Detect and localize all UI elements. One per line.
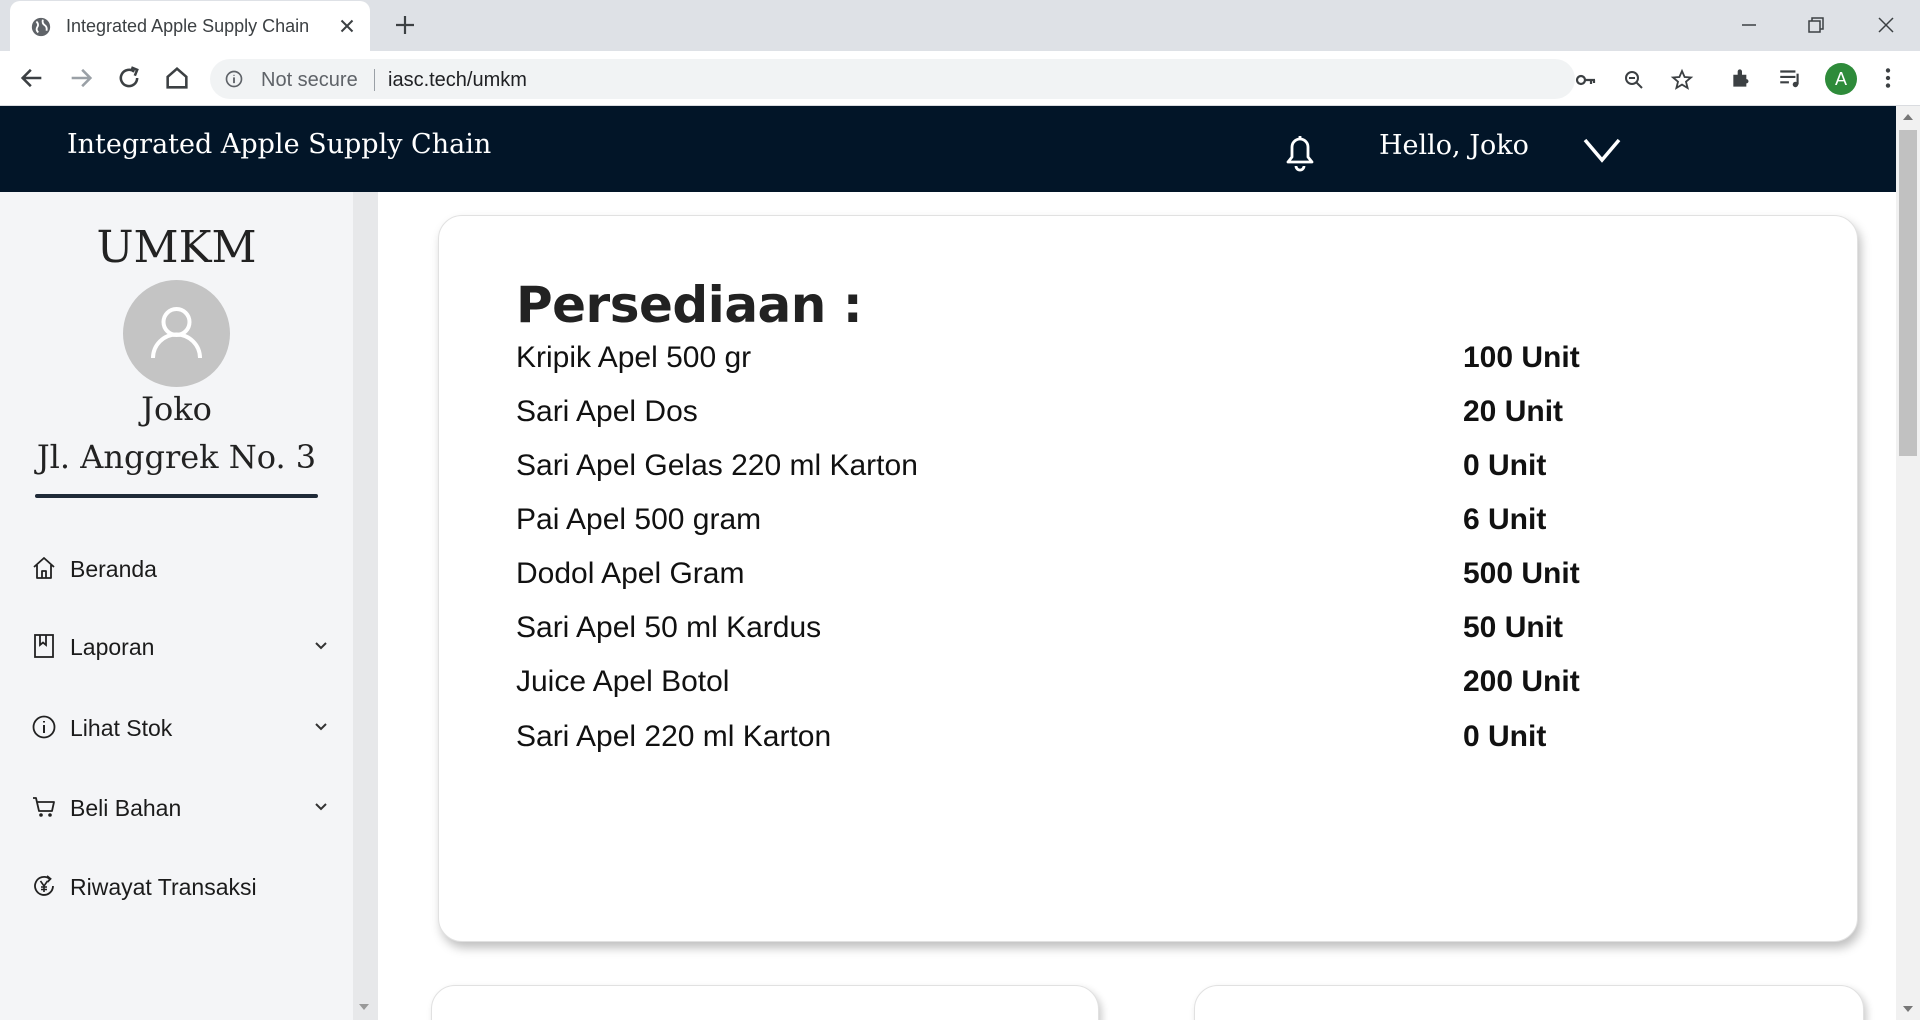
tab-title: Integrated Apple Supply Chain — [66, 16, 310, 36]
new-tab-icon[interactable] — [393, 13, 417, 37]
scroll-thumb[interactable] — [1899, 130, 1917, 456]
bell-icon[interactable] — [1280, 130, 1320, 174]
zoom-out-icon[interactable] — [1622, 68, 1646, 92]
media-queue-icon[interactable] — [1777, 65, 1803, 91]
user-greeting[interactable]: Hello, Joko — [1379, 130, 1529, 161]
product-qty: 20 Unit — [1463, 395, 1564, 428]
product-name: Sari Apel 220 ml Karton — [516, 720, 832, 753]
star-icon[interactable] — [1670, 68, 1694, 92]
separator — [374, 69, 375, 91]
sidebar-item-riwayat-transaksi[interactable]: Riwayat Transaksi — [0, 861, 353, 911]
minimize-icon[interactable] — [1734, 10, 1764, 40]
inventory-card: Persediaan : Kripik Apel 500 gr 100 Unit… — [438, 215, 1858, 942]
product-qty: 0 Unit — [1463, 449, 1547, 482]
sidebar-item-label: Beranda — [70, 556, 157, 582]
sidebar-item-beli-bahan[interactable]: Beli Bahan — [0, 782, 353, 832]
product-qty: 100 Unit — [1463, 341, 1580, 374]
sidebar-divider — [35, 494, 318, 498]
product-name: Sari Apel Dos — [516, 395, 698, 428]
browser-tab[interactable]: Integrated Apple Supply Chain — [10, 1, 370, 51]
avatar — [123, 280, 230, 387]
inventory-row: Sari Apel 50 ml Kardus 50 Unit — [516, 611, 1716, 651]
restore-icon[interactable] — [1801, 10, 1831, 40]
product-name: Sari Apel Gelas 220 ml Karton — [516, 449, 918, 482]
sidebar-edge — [353, 192, 378, 1020]
user-address: Jl. Anggrek No. 3 — [36, 438, 317, 476]
brand-title[interactable]: Integrated Apple Supply Chain — [67, 129, 491, 160]
reload-icon[interactable] — [115, 64, 143, 92]
sidebar: UMKM Joko Jl. Anggrek No. 3 Beranda Lapo… — [0, 192, 353, 1020]
inventory-row: Dodol Apel Gram 500 Unit — [516, 557, 1716, 597]
home-browser-icon[interactable] — [163, 64, 191, 92]
info-icon — [32, 715, 56, 739]
chevron-down-icon — [315, 723, 327, 731]
inventory-row: Sari Apel Dos 20 Unit — [516, 395, 1716, 435]
product-name: Sari Apel 50 ml Kardus — [516, 611, 822, 644]
close-tab-icon[interactable] — [336, 15, 358, 37]
app-header: Integrated Apple Supply Chain Hello, Jok… — [0, 106, 1896, 192]
home-icon — [33, 557, 55, 579]
user-icon — [151, 307, 202, 359]
product-name: Dodol Apel Gram — [516, 557, 745, 590]
secondary-card-left — [431, 985, 1099, 1020]
sidebar-item-label: Laporan — [70, 634, 155, 660]
product-qty: 200 Unit — [1463, 665, 1580, 698]
close-window-icon[interactable] — [1871, 10, 1901, 40]
inventory-row: Pai Apel 500 gram 6 Unit — [516, 503, 1716, 543]
sidebar-item-label: Lihat Stok — [70, 715, 173, 741]
role-title: UMKM — [96, 222, 257, 273]
product-qty: 50 Unit — [1463, 611, 1564, 644]
product-name: Pai Apel 500 gram — [516, 503, 762, 536]
inventory-row: Kripik Apel 500 gr 100 Unit — [516, 341, 1716, 381]
info-icon[interactable] — [224, 69, 244, 89]
secondary-card-right — [1194, 985, 1864, 1020]
user-name: Joko — [141, 390, 212, 428]
sidebar-item-label: Riwayat Transaksi — [70, 874, 257, 900]
scroll-down-icon[interactable] — [1902, 1004, 1914, 1014]
address-bar[interactable]: Not secure iasc.tech/umkm — [210, 59, 1694, 99]
page-scrollbar[interactable] — [1896, 106, 1920, 1020]
url-text[interactable]: iasc.tech/umkm — [388, 69, 527, 92]
scroll-up-icon[interactable] — [1902, 112, 1914, 122]
chevron-down-icon[interactable] — [1582, 136, 1622, 164]
inventory-row: Juice Apel Botol 200 Unit — [516, 665, 1716, 705]
inventory-row: Sari Apel 220 ml Karton 0 Unit — [516, 720, 1716, 760]
sidebar-scroll-down-icon[interactable] — [358, 1002, 370, 1012]
back-icon[interactable] — [18, 64, 46, 92]
browser-toolbar: Not secure iasc.tech/umkm A — [0, 51, 1920, 106]
globe-icon — [31, 17, 51, 37]
sidebar-item-beranda[interactable]: Beranda — [0, 543, 353, 593]
forward-icon[interactable] — [67, 64, 95, 92]
sidebar-item-laporan[interactable]: Laporan — [0, 621, 353, 671]
sidebar-item-label: Beli Bahan — [70, 795, 182, 821]
more-menu-icon[interactable] — [1875, 65, 1901, 91]
chevron-down-icon — [315, 803, 327, 811]
chevron-down-icon — [315, 642, 327, 650]
product-name: Juice Apel Botol — [516, 665, 730, 698]
inventory-row: Sari Apel Gelas 220 ml Karton 0 Unit — [516, 449, 1716, 489]
cart-icon — [33, 797, 55, 817]
security-label[interactable]: Not secure — [261, 69, 358, 92]
yen-history-icon — [34, 875, 54, 896]
sidebar-item-lihat-stok[interactable]: Lihat Stok — [0, 702, 353, 752]
product-qty: 6 Unit — [1463, 503, 1547, 536]
product-qty: 500 Unit — [1463, 557, 1580, 590]
browser-tabstrip: Integrated Apple Supply Chain — [0, 0, 1920, 51]
product-qty: 0 Unit — [1463, 720, 1547, 753]
inventory-title: Persediaan : — [516, 276, 863, 334]
page-viewport: Integrated Apple Supply Chain Hello, Jok… — [0, 106, 1920, 1020]
extensions-icon[interactable] — [1729, 65, 1755, 91]
product-name: Kripik Apel 500 gr — [516, 341, 752, 374]
key-icon[interactable] — [1574, 68, 1598, 92]
bookmark-icon — [34, 634, 54, 658]
profile-avatar[interactable]: A — [1825, 63, 1857, 95]
